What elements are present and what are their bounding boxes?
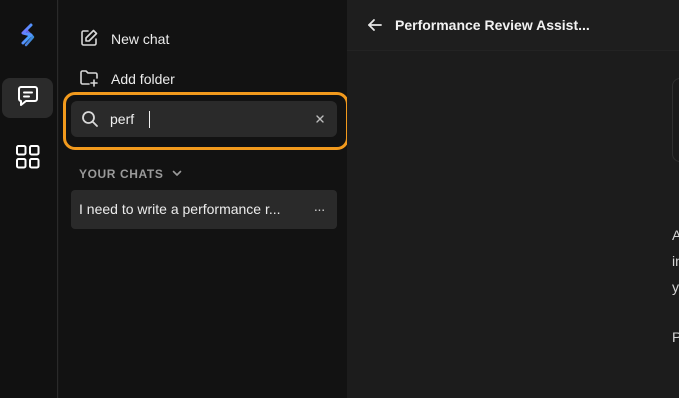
chat-sidebar: New chat Add folder perf YOUR CHATS I ne…	[59, 0, 349, 398]
new-chat-button[interactable]: New chat	[79, 27, 169, 51]
back-arrow-icon[interactable]	[365, 15, 385, 40]
chat-list-item[interactable]: I need to write a performance r... ···	[71, 190, 337, 229]
add-folder-label: Add folder	[111, 71, 175, 87]
clear-search-icon[interactable]	[313, 112, 327, 126]
message-text-fragment: P	[672, 329, 679, 345]
new-chat-label: New chat	[111, 31, 170, 47]
folder-plus-icon	[79, 68, 99, 91]
chat-header: Performance Review Assist...	[347, 0, 679, 51]
chat-title: I need to write a performance r...	[79, 201, 281, 217]
search-field[interactable]	[71, 101, 337, 137]
content-card	[672, 78, 679, 162]
edit-icon	[79, 28, 99, 51]
message-text-fragment: A	[672, 227, 679, 243]
chat-bubble-icon	[16, 84, 40, 113]
your-chats-section-toggle[interactable]: YOUR CHATS	[79, 166, 183, 182]
app-window: New chat Add folder perf YOUR CHATS I ne…	[0, 0, 679, 398]
logo-icon	[14, 22, 42, 50]
search-icon	[81, 110, 99, 133]
main-panel: Performance Review Assist... A in y P	[347, 0, 679, 398]
more-options-icon[interactable]: ···	[309, 199, 329, 219]
rail-apps-button[interactable]	[2, 139, 53, 179]
search-input[interactable]	[110, 109, 300, 129]
text-caret	[149, 111, 150, 128]
chevron-down-icon	[171, 167, 183, 182]
apps-grid-icon	[15, 144, 41, 175]
message-text-fragment: in	[672, 253, 679, 269]
icon-rail	[0, 0, 58, 398]
section-label: YOUR CHATS	[79, 167, 164, 181]
rail-chats-button[interactable]	[2, 78, 53, 118]
message-text-fragment: y	[672, 279, 679, 295]
chat-title-header: Performance Review Assist...	[395, 17, 590, 33]
add-folder-button[interactable]: Add folder	[79, 67, 175, 91]
